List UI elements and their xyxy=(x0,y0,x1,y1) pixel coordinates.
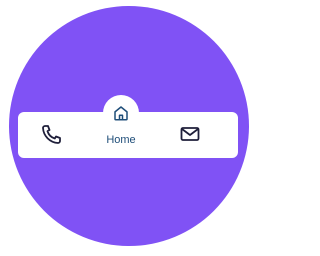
phone-icon xyxy=(40,122,64,146)
app-stage: Home xyxy=(0,0,256,256)
home-icon xyxy=(112,104,130,122)
mail-icon xyxy=(178,122,202,146)
nav-item-home[interactable]: Home xyxy=(98,94,158,154)
home-active-bubble xyxy=(106,98,136,128)
nav-item-mail[interactable] xyxy=(178,122,202,146)
nav-item-label-home: Home xyxy=(106,134,136,146)
nav-item-phone[interactable] xyxy=(40,122,64,146)
